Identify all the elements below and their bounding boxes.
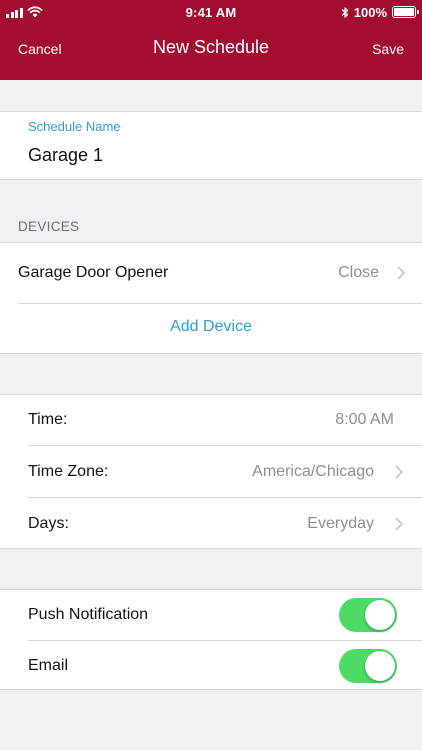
notifications-card: Push Notification Email	[0, 589, 422, 690]
navigation-bar: Cancel New Schedule Save	[0, 24, 422, 80]
email-label: Email	[28, 656, 69, 674]
battery-fill	[394, 8, 414, 16]
add-device-button[interactable]: Add Device	[0, 304, 422, 354]
time-zone-label: Time Zone:	[28, 462, 109, 480]
header: 9:41 AM 100% Cancel New Schedule Save	[0, 0, 422, 80]
email-toggle[interactable]	[339, 648, 397, 683]
time-row[interactable]: Time: 8:00 AM	[0, 395, 422, 445]
days-value: Everyday	[307, 514, 374, 532]
device-row-garage-door-opener[interactable]: Garage Door Opener Close	[0, 243, 422, 303]
chevron-right-icon	[397, 266, 405, 280]
toggle-knob	[365, 650, 395, 681]
email-row: Email	[0, 641, 422, 690]
chevron-right-icon	[395, 465, 403, 478]
days-row[interactable]: Days: Everyday	[0, 498, 422, 549]
time-zone-value: America/Chicago	[252, 462, 374, 480]
schedule-name-input[interactable]	[28, 142, 398, 168]
app-screen: 9:41 AM 100% Cancel New Schedule Save Sc…	[0, 0, 422, 750]
page-title: New Schedule	[152, 37, 270, 57]
status-bar: 9:41 AM 100%	[0, 0, 422, 24]
status-right: 100%	[341, 4, 419, 20]
schedule-name-label: Schedule Name	[28, 119, 121, 134]
time-zone-row[interactable]: Time Zone: America/Chicago	[0, 446, 422, 497]
push-notification-label: Push Notification	[28, 606, 149, 623]
device-action-value: Close	[338, 264, 379, 281]
toggle-knob	[365, 600, 395, 630]
days-label: Days:	[28, 514, 69, 532]
push-notification-row: Push Notification	[0, 590, 422, 640]
push-notification-toggle[interactable]	[339, 598, 397, 632]
chevron-right-icon	[395, 517, 403, 530]
add-device-label: Add Device	[170, 318, 252, 335]
devices-section-header: DEVICES	[18, 219, 80, 234]
schedule-name-card: Schedule Name	[0, 111, 422, 180]
time-label: Time:	[28, 411, 68, 428]
device-name: Garage Door Opener	[18, 264, 169, 281]
battery-percent: 100%	[353, 4, 387, 20]
save-button[interactable]: Save	[372, 41, 404, 57]
schedule-settings-card: Time: 8:00 AM Time Zone: America/Chicago…	[0, 394, 422, 549]
bluetooth-icon	[341, 6, 348, 18]
devices-card: Garage Door Opener Close Add Device	[0, 242, 422, 354]
battery-icon	[392, 6, 419, 18]
time-value: 8:00 AM	[335, 411, 394, 428]
